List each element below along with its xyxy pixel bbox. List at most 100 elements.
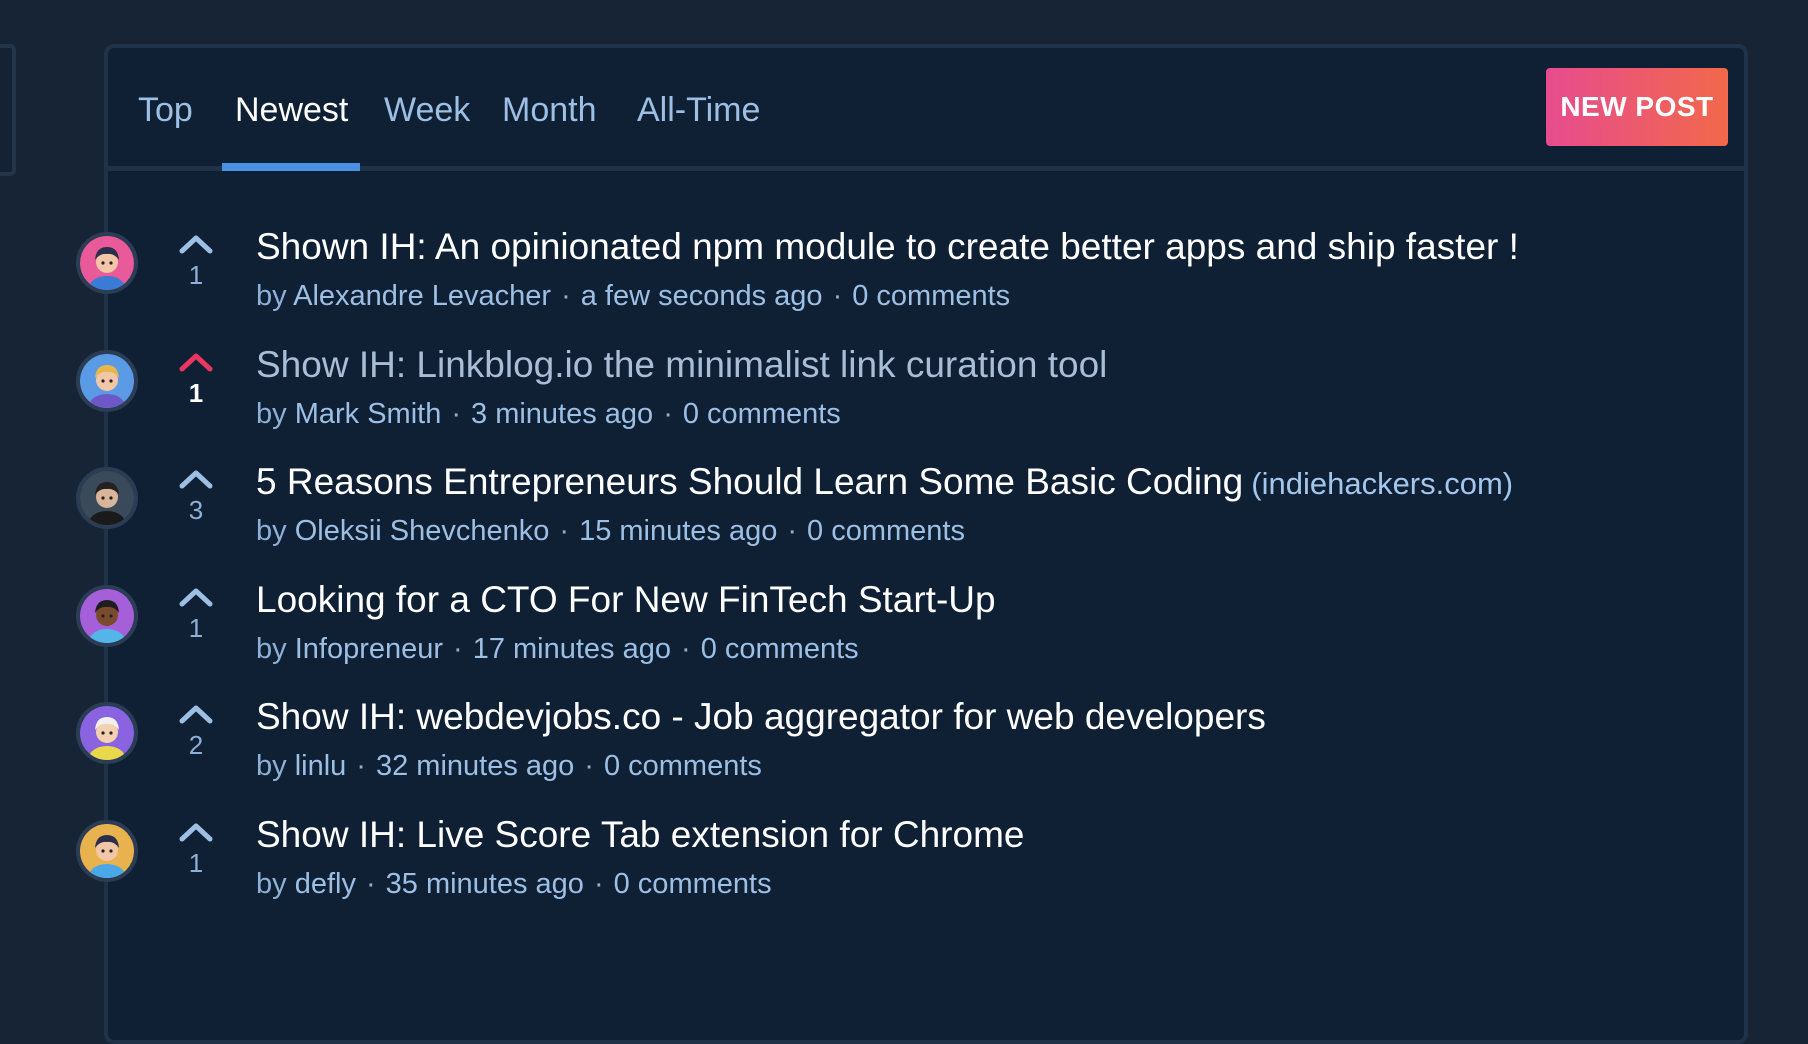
vote-count: 3 [188,495,204,525]
post-comments[interactable]: 0 comments [701,633,859,665]
post-meta: by Alexandre Levacher · a few seconds ago ·… [256,280,1010,313]
avatar[interactable] [76,819,138,882]
post-item: 1 Shown IH: An opinionated npm module to… [0,226,1808,352]
avatar-icon [80,588,134,643]
post-title-line: Show IH: webdevjobs.co - Job aggregator … [256,696,1266,738]
sort-tabs: Top Newest Week Month All-Time NEW POST [108,48,1744,171]
vote-count: 1 [188,260,204,290]
post-item: 1 Show IH: Live Score Tab extension for … [0,814,1808,940]
post-time[interactable]: 15 minutes ago [579,515,777,547]
tab-newest[interactable]: Newest [235,90,348,130]
post-meta: by Oleksii Shevchenko · 15 minutes ago · 0 c… [256,515,965,548]
avatar[interactable] [76,584,138,647]
vote-count: 1 [188,847,204,878]
post-title-line: Looking for a CTO For New FinTech Start-… [256,579,996,621]
tab-week[interactable]: Week [384,90,470,130]
post-item: 3 5 Reasons Entrepreneurs Should Learn S… [0,461,1808,587]
post-title-line: Show IH: Live Score Tab extension for Ch… [256,814,1024,856]
post-time[interactable]: 3 minutes ago [471,398,653,430]
upvote-arrow-icon[interactable] [179,822,213,842]
post-domain[interactable]: (indiehackers.com) [1251,466,1513,501]
author-prefix: by [256,397,287,430]
tab-month[interactable]: Month [502,90,597,130]
avatar-photo-icon [80,471,134,525]
separator-dot: · [787,515,798,547]
vote-box: 1 [176,352,216,409]
vote-box: 3 [176,469,216,526]
post-title-line: Show IH: Linkblog.io the minimalist link… [256,344,1107,386]
tab-top[interactable]: Top [138,90,193,130]
avatar[interactable] [76,349,138,412]
separator-dot: · [365,867,376,900]
post-meta: by defly · 35 minutes ago · 0 comments [256,868,772,901]
vote-count: 2 [188,730,204,760]
vote-box: 1 [176,587,216,644]
post-meta: by linlu · 32 minutes ago · 0 comments [256,750,762,783]
post-time[interactable]: 17 minutes ago [473,633,671,665]
avatar-icon [80,236,134,290]
post-comments[interactable]: 0 comments [807,515,965,547]
post-author[interactable]: Alexandre Levacher [293,280,551,312]
upvote-arrow-icon[interactable] [179,469,213,489]
post-item: 1 Looking for a CTO For New FinTech Star… [0,579,1808,705]
vote-box: 1 [176,822,216,879]
post-title-line: Shown IH: An opinionated npm module to c… [256,226,1519,268]
left-sidebar-edge [0,44,16,176]
post-author[interactable]: Infopreneur [295,633,443,665]
active-tab-indicator [222,163,360,171]
post-comments[interactable]: 0 comments [614,868,772,900]
separator-dot: · [453,632,463,665]
upvote-arrow-icon[interactable] [179,704,213,724]
avatar-icon [80,706,134,760]
avatar-icon [80,353,134,408]
tab-all-time[interactable]: All-Time [637,90,760,130]
separator-dot: · [681,632,691,665]
author-prefix: by [256,280,287,312]
post-author[interactable]: linlu [295,750,347,782]
post-author[interactable]: Mark Smith [295,398,442,430]
post-title[interactable]: Show IH: Live Score Tab extension for Ch… [256,814,1024,855]
avatar-icon [80,823,134,878]
post-meta: by Mark Smith · 3 minutes ago · 0 comments [256,398,841,431]
post-title[interactable]: Looking for a CTO For New FinTech Start-… [256,579,996,620]
author-prefix: by [256,867,287,900]
post-title-line: 5 Reasons Entrepreneurs Should Learn Som… [256,461,1513,503]
separator-dot: · [451,397,462,430]
post-title[interactable]: 5 Reasons Entrepreneurs Should Learn Som… [256,461,1243,502]
separator-dot: · [559,515,570,547]
vote-box: 1 [176,234,216,291]
avatar[interactable] [76,467,138,529]
avatar[interactable] [76,702,138,764]
upvote-arrow-icon[interactable] [179,352,213,372]
author-prefix: by [256,515,287,547]
author-prefix: by [256,632,287,665]
vote-box: 2 [176,704,216,761]
post-title[interactable]: Show IH: webdevjobs.co - Job aggregator … [256,696,1266,737]
post-time[interactable]: 32 minutes ago [376,750,574,782]
post-title[interactable]: Show IH: Linkblog.io the minimalist link… [256,344,1107,385]
post-comments[interactable]: 0 comments [852,280,1010,312]
post-comments[interactable]: 0 comments [683,398,841,430]
post-item: 1 Show IH: Linkblog.io the minimalist li… [0,344,1808,470]
separator-dot: · [593,867,604,900]
avatar[interactable] [76,232,138,294]
post-meta: by Infopreneur · 17 minutes ago · 0 comments [256,633,859,666]
post-time[interactable]: 35 minutes ago [386,868,584,900]
upvote-arrow-icon[interactable] [179,587,213,607]
vote-count: 1 [188,612,204,643]
separator-dot: · [663,397,673,430]
new-post-button[interactable]: NEW POST [1546,68,1728,146]
post-time[interactable]: a few seconds ago [581,280,823,312]
post-comments[interactable]: 0 comments [604,750,762,782]
vote-count: 1 [188,377,204,408]
post-item: 2 Show IH: webdevjobs.co - Job aggregato… [0,696,1808,822]
post-author[interactable]: defly [295,868,356,900]
post-author[interactable]: Oleksii Shevchenko [295,515,550,547]
separator-dot: · [356,750,366,782]
post-title[interactable]: Shown IH: An opinionated npm module to c… [256,226,1519,267]
author-prefix: by [256,750,287,782]
separator-dot: · [832,280,843,312]
upvote-arrow-icon[interactable] [179,234,213,254]
separator-dot: · [584,750,594,782]
separator-dot: · [561,280,571,312]
